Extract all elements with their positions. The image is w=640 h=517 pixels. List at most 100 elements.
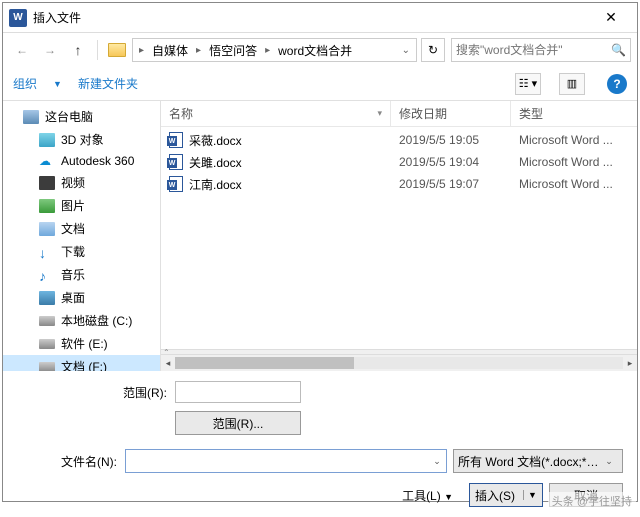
file-row[interactable]: 江南.docx 2019/5/5 19:07 Microsoft Word ..… <box>161 173 637 195</box>
file-type: Microsoft Word ... <box>511 155 637 169</box>
column-header-date[interactable]: 修改日期 <box>391 101 511 126</box>
sidebar-item-label: 图片 <box>61 197 85 214</box>
range-label: 范围(R): <box>17 384 175 401</box>
tools-label: 工具(L) <box>402 489 441 503</box>
filter-text: 所有 Word 文档(*.docx;*.doc <box>458 453 600 470</box>
desktop-icon <box>39 291 55 305</box>
new-folder-button[interactable]: 新建文件夹 <box>78 75 138 92</box>
up-button[interactable]: ↑ <box>65 38 91 62</box>
sidebar-item-downloads[interactable]: ↓ 下载 <box>3 240 160 263</box>
chevron-down-icon[interactable]: ⌄ <box>600 456 618 467</box>
word-icon: W <box>9 9 27 27</box>
preview-pane-button[interactable]: ▥ <box>559 73 585 95</box>
organize-button[interactable]: 组织 <box>13 75 37 92</box>
breadcrumb-item[interactable]: 悟空问答 <box>203 42 263 59</box>
range-input[interactable] <box>175 381 301 403</box>
filename-input[interactable] <box>126 454 428 468</box>
sidebar-item-desktop[interactable]: 桌面 <box>3 286 160 309</box>
back-button[interactable]: ← <box>9 38 35 62</box>
docx-icon <box>169 176 183 192</box>
cloud-icon: ☁ <box>39 154 55 168</box>
disk-icon <box>39 316 55 326</box>
documents-icon <box>39 222 55 236</box>
file-date: 2019/5/5 19:07 <box>391 177 511 191</box>
file-type: Microsoft Word ... <box>511 177 637 191</box>
music-icon: ♪ <box>39 268 55 282</box>
watermark: 头条 @宇往坚持 <box>548 492 636 510</box>
dialog-window: W 插入文件 ✕ ← → ↑ ▸ 自媒体 ▸ 悟空问答 ▸ word文档合并 ⌄… <box>2 2 638 502</box>
file-list: 采薇.docx 2019/5/5 19:05 Microsoft Word ..… <box>161 127 637 349</box>
file-name: 采薇.docx <box>189 132 242 149</box>
scroll-right-button[interactable]: ▸ <box>623 356 637 370</box>
search-icon[interactable]: 🔍 <box>611 43 626 57</box>
sidebar-item-video[interactable]: 视频 <box>3 171 160 194</box>
titlebar: W 插入文件 ✕ <box>3 3 637 33</box>
folder-icon <box>108 43 126 57</box>
search-input[interactable] <box>456 43 611 57</box>
sidebar-item-3d[interactable]: 3D 对象 <box>3 128 160 151</box>
download-icon: ↓ <box>39 245 55 259</box>
file-pane: 名称▾ 修改日期 类型 采薇.docx 2019/5/5 19:05 Micro… <box>161 101 637 371</box>
disk-icon <box>39 339 55 349</box>
scroll-left-button[interactable]: ◂ <box>161 356 175 370</box>
help-button[interactable]: ? <box>607 74 627 94</box>
chevron-down-icon[interactable]: ⌄ <box>400 45 412 56</box>
sidebar-item-documents[interactable]: 文档 <box>3 217 160 240</box>
view-list-button[interactable]: ☷ ▾ <box>515 73 541 95</box>
search-box[interactable]: 🔍 <box>451 38 631 62</box>
scroll-track[interactable] <box>175 357 623 369</box>
sidebar-item-label: 本地磁盘 (C:) <box>61 312 132 329</box>
sidebar-item-label: 这台电脑 <box>45 108 93 125</box>
chevron-down-icon[interactable]: ▼ <box>523 490 537 500</box>
insert-label: 插入(S) <box>475 487 515 504</box>
sidebar-item-label: 文档 <box>61 220 85 237</box>
file-row[interactable]: 采薇.docx 2019/5/5 19:05 Microsoft Word ..… <box>161 129 637 151</box>
sidebar-item-label: 下载 <box>61 243 85 260</box>
sidebar-item-disk-e[interactable]: 软件 (E:) <box>3 332 160 355</box>
close-button[interactable]: ✕ <box>591 4 631 32</box>
insert-button[interactable]: 插入(S) ▼ <box>469 483 543 507</box>
file-type: Microsoft Word ... <box>511 133 637 147</box>
sidebar-item-disk-c[interactable]: 本地磁盘 (C:) <box>3 309 160 332</box>
forward-button[interactable]: → <box>37 38 63 62</box>
file-date: 2019/5/5 19:05 <box>391 133 511 147</box>
chevron-right-icon[interactable]: ▸ <box>263 45 272 56</box>
column-header-name[interactable]: 名称▾ <box>161 101 391 126</box>
chevron-down-icon[interactable]: ▼ <box>53 79 62 89</box>
sidebar-item-pictures[interactable]: 图片 <box>3 194 160 217</box>
chevron-down-icon[interactable]: ⌄ <box>428 456 446 467</box>
file-filter-combo[interactable]: 所有 Word 文档(*.docx;*.doc ⌄ <box>453 449 623 473</box>
sidebar-item-music[interactable]: ♪音乐 <box>3 263 160 286</box>
file-name: 江南.docx <box>189 176 242 193</box>
sidebar-item-label: 文档 (F:) <box>61 358 107 371</box>
column-header-type[interactable]: 类型 <box>511 101 637 126</box>
breadcrumb[interactable]: ▸ 自媒体 ▸ 悟空问答 ▸ word文档合并 ⌄ <box>132 38 417 62</box>
scroll-thumb[interactable] <box>175 357 354 369</box>
sidebar-item-this-pc[interactable]: 这台电脑 <box>3 105 160 128</box>
separator <box>97 40 98 60</box>
breadcrumb-item[interactable]: word文档合并 <box>272 42 358 59</box>
chevron-right-icon[interactable]: ▸ <box>194 45 203 56</box>
filename-combo[interactable]: ⌄ <box>125 449 447 473</box>
docx-icon <box>169 132 183 148</box>
horizontal-scrollbar[interactable]: ◂ ▸ <box>161 355 637 371</box>
pc-icon <box>23 110 39 124</box>
tools-button[interactable]: 工具(L) ▼ <box>392 484 463 507</box>
column-headers: 名称▾ 修改日期 类型 <box>161 101 637 127</box>
refresh-button[interactable]: ↻ <box>421 38 445 62</box>
sidebar-item-label: 视频 <box>61 174 85 191</box>
sidebar-item-disk-f[interactable]: 文档 (F:) <box>3 355 160 371</box>
filename-label: 文件名(N): <box>17 453 125 470</box>
file-row[interactable]: 关雎.docx 2019/5/5 19:04 Microsoft Word ..… <box>161 151 637 173</box>
range-button[interactable]: 范围(R)... <box>175 411 301 435</box>
docx-icon <box>169 154 183 170</box>
sidebar-item-label: Autodesk 360 <box>61 154 134 168</box>
chevron-right-icon[interactable]: ▸ <box>137 45 146 56</box>
breadcrumb-item[interactable]: 自媒体 <box>146 42 194 59</box>
sidebar: 这台电脑 3D 对象 ☁ Autodesk 360 视频 图片 文档 ↓ 下载 ♪音… <box>3 101 161 371</box>
video-icon <box>39 176 55 190</box>
disk-icon <box>39 362 55 372</box>
pictures-icon <box>39 199 55 213</box>
3d-icon <box>39 133 55 147</box>
sidebar-item-autodesk[interactable]: ☁ Autodesk 360 <box>3 151 160 171</box>
